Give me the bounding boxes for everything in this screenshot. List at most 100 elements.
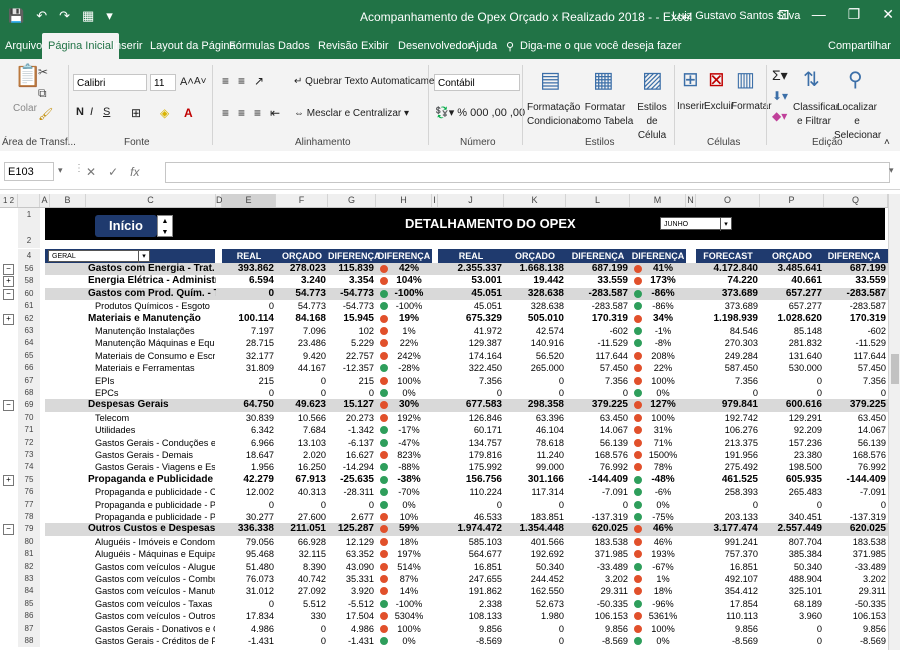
- value-cell[interactable]: 7.684: [276, 424, 326, 436]
- value-cell[interactable]: 1.974.472: [438, 523, 503, 535]
- customize-icon[interactable]: ▾: [106, 8, 113, 24]
- value-cell[interactable]: -144.409: [824, 474, 886, 486]
- value-cell[interactable]: 0: [760, 387, 822, 399]
- inicio-button[interactable]: Início: [95, 215, 157, 237]
- tab-arquivo[interactable]: Arquivo: [5, 40, 42, 52]
- value-cell[interactable]: 5.512: [276, 598, 326, 610]
- value-cell[interactable]: 270.303: [696, 337, 758, 349]
- value-cell[interactable]: 92.209: [760, 424, 822, 436]
- find-select-icon[interactable]: ⚲: [848, 67, 863, 92]
- value-cell[interactable]: 76.073: [222, 573, 274, 585]
- value-cell[interactable]: 0: [438, 387, 502, 399]
- save-icon[interactable]: 💾: [8, 8, 24, 24]
- value-cell[interactable]: 0: [276, 387, 326, 399]
- table-row[interactable]: Utilidades 6.342 7.684 -1.342 -17% 60.171 46.1…: [0, 424, 888, 436]
- table-row[interactable]: Produtos Químicos - Esgoto 0 54.773 -54.773…: [0, 300, 888, 312]
- value-cell[interactable]: 301.166: [504, 474, 564, 486]
- format-table-icon[interactable]: ▦: [593, 67, 614, 93]
- currency-icon[interactable]: 💱▾ % 000 ,00 ,00: [435, 106, 525, 119]
- value-cell[interactable]: 29.311: [824, 585, 886, 597]
- value-cell[interactable]: 14.067: [824, 424, 886, 436]
- value-cell[interactable]: -8.569: [566, 635, 628, 647]
- spin-up-icon[interactable]: ▲: [158, 216, 172, 227]
- value-cell[interactable]: 385.384: [760, 548, 822, 560]
- value-cell[interactable]: 16.851: [696, 561, 758, 573]
- value-cell[interactable]: -8.569: [824, 635, 886, 647]
- value-cell[interactable]: 600.616: [760, 399, 822, 411]
- value-cell[interactable]: 401.566: [504, 536, 564, 548]
- name-box[interactable]: E103: [4, 162, 54, 181]
- value-cell[interactable]: 17.504: [328, 610, 374, 622]
- value-cell[interactable]: 6.966: [222, 437, 274, 449]
- value-cell[interactable]: 183.538: [824, 536, 886, 548]
- value-cell[interactable]: -33.489: [566, 561, 628, 573]
- value-cell[interactable]: 0: [276, 635, 326, 647]
- value-cell[interactable]: 174.164: [438, 350, 502, 362]
- col-header-h[interactable]: H: [376, 194, 432, 207]
- table-row[interactable]: Propaganda e Publicidade 42.279 67.913 -25.…: [0, 474, 888, 486]
- value-cell[interactable]: 31.809: [222, 362, 274, 374]
- table-row[interactable]: Despesas Gerais 64.750 49.623 15.127 30% 677.…: [45, 399, 888, 412]
- value-cell[interactable]: 192.742: [696, 412, 758, 424]
- value-cell[interactable]: 30.277: [222, 511, 274, 523]
- table-row[interactable]: Manutenção Instalações 7.197 7.096 102 1% 41.…: [0, 325, 888, 337]
- value-cell[interactable]: 110.113: [696, 610, 758, 622]
- orientation-icon[interactable]: ↗: [254, 74, 264, 88]
- value-cell[interactable]: 213.375: [696, 437, 758, 449]
- value-cell[interactable]: 393.862: [222, 263, 274, 275]
- value-cell[interactable]: -25.635: [328, 474, 374, 486]
- value-cell[interactable]: 328.638: [504, 300, 564, 312]
- value-cell[interactable]: 11.240: [504, 449, 564, 461]
- row-header[interactable]: 79: [18, 523, 40, 536]
- value-cell[interactable]: 371.985: [824, 548, 886, 560]
- tab-revisao[interactable]: Revisão: [318, 40, 358, 52]
- row-header[interactable]: 60: [18, 287, 40, 301]
- chevron-down-icon[interactable]: ▾: [720, 218, 731, 231]
- value-cell[interactable]: 7.356: [438, 375, 502, 387]
- value-cell[interactable]: -54.773: [328, 300, 374, 312]
- value-cell[interactable]: 0: [222, 288, 274, 300]
- value-cell[interactable]: -8.569: [438, 635, 502, 647]
- value-cell[interactable]: 605.935: [760, 474, 822, 486]
- value-cell[interactable]: 84.546: [696, 325, 758, 337]
- value-cell[interactable]: 131.640: [760, 350, 822, 362]
- value-cell[interactable]: -137.319: [566, 511, 628, 523]
- value-cell[interactable]: 1.198.939: [696, 313, 759, 325]
- table-row[interactable]: Energia Elétrica - Administrativo6.5943.…: [0, 275, 888, 287]
- value-cell[interactable]: 40.313: [276, 486, 326, 498]
- value-cell[interactable]: 587.450: [696, 362, 758, 374]
- value-cell[interactable]: 46.533: [438, 511, 502, 523]
- value-cell[interactable]: 2.355.337: [438, 263, 503, 275]
- col-header-k[interactable]: K: [504, 194, 566, 207]
- value-cell[interactable]: -11.529: [566, 337, 628, 349]
- value-cell[interactable]: 129.291: [760, 412, 822, 424]
- value-cell[interactable]: 979.841: [696, 399, 758, 411]
- bold-icon[interactable]: N: [76, 106, 84, 118]
- value-cell[interactable]: 110.224: [438, 486, 502, 498]
- conditional-format-icon[interactable]: ▤: [540, 67, 561, 93]
- value-cell[interactable]: -54.773: [328, 288, 374, 300]
- value-cell[interactable]: 56.520: [504, 350, 564, 362]
- name-box-dropdown-icon[interactable]: ▾: [58, 165, 63, 176]
- value-cell[interactable]: 330: [276, 610, 326, 622]
- col-header-e[interactable]: E: [222, 194, 276, 207]
- tab-pagina-inicial[interactable]: Página Inicial: [42, 33, 120, 59]
- value-cell[interactable]: 10.566: [276, 412, 326, 424]
- align-right-icon[interactable]: ≡: [254, 106, 261, 120]
- table-row[interactable]: Materiais e Manutenção 100.114 84.168 15.94…: [0, 313, 888, 325]
- value-cell[interactable]: 53.001: [438, 275, 502, 287]
- select-all-corner[interactable]: [18, 194, 40, 207]
- value-cell[interactable]: 198.500: [760, 461, 822, 473]
- value-cell[interactable]: 54.773: [276, 300, 326, 312]
- table-row[interactable]: Propaganda e publicidade - Publicidade 30…: [0, 511, 888, 523]
- value-cell[interactable]: 657.277: [760, 288, 822, 300]
- value-cell[interactable]: 0: [760, 375, 822, 387]
- tell-me-icon[interactable]: ⚲: [506, 40, 514, 53]
- value-cell[interactable]: 14.067: [566, 424, 628, 436]
- collapse-group-icon[interactable]: −: [3, 264, 14, 275]
- font-color-icon[interactable]: A: [184, 106, 193, 120]
- value-cell[interactable]: -602: [824, 325, 886, 337]
- value-cell[interactable]: 0: [222, 387, 274, 399]
- value-cell[interactable]: 0: [504, 499, 564, 511]
- value-cell[interactable]: 505.010: [504, 313, 564, 325]
